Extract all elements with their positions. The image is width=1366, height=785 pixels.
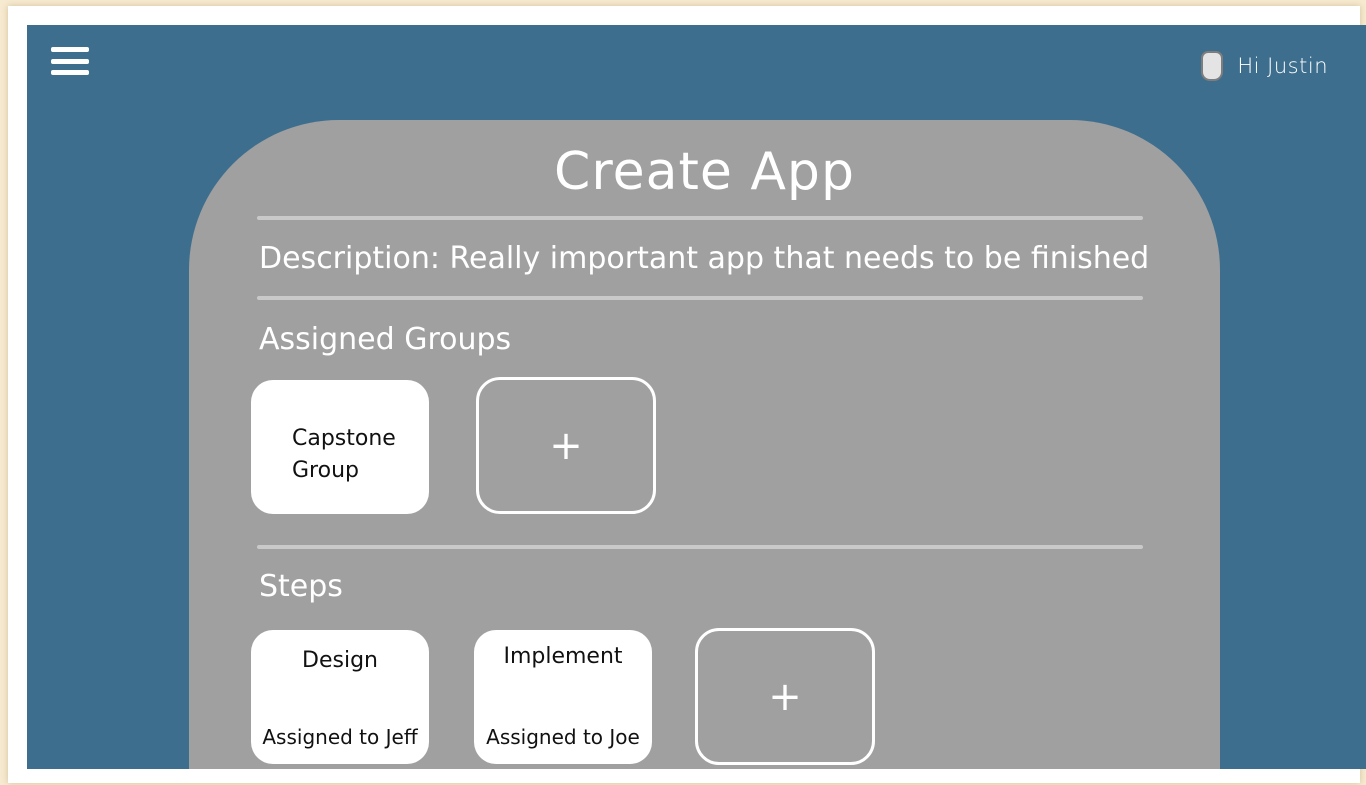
user-greeting: Hi Justin	[1237, 54, 1328, 78]
divider	[257, 296, 1143, 300]
step-tile[interactable]: Design Assigned to Jeff	[251, 630, 429, 764]
hamburger-menu-icon[interactable]	[51, 47, 89, 75]
create-app-card: Create App Description: Really important…	[189, 120, 1220, 769]
group-tile[interactable]: Capstone Group	[251, 380, 429, 514]
app-window: Hi Justin Create App Description: Really…	[27, 25, 1366, 769]
menu-bar	[51, 58, 89, 64]
step-name: Design	[302, 648, 378, 673]
group-name: Capstone Group	[292, 426, 396, 483]
menu-bar	[51, 47, 89, 52]
steps-heading: Steps	[259, 569, 343, 604]
divider	[257, 216, 1143, 220]
step-name: Implement	[503, 644, 623, 669]
divider	[257, 545, 1143, 549]
app-description[interactable]: Description: Really important app that n…	[259, 241, 1149, 276]
add-step-button[interactable]: +	[695, 628, 875, 765]
plus-icon: +	[549, 422, 583, 469]
page-title: Create App	[554, 142, 855, 202]
user-avatar-icon	[1201, 51, 1224, 81]
add-group-button[interactable]: +	[476, 377, 656, 514]
step-tile[interactable]: Implement Assigned to Joe	[474, 630, 652, 764]
user-menu[interactable]: Hi Justin	[1201, 51, 1328, 81]
step-assignee: Assigned to Joe	[486, 725, 640, 749]
step-assignee: Assigned to Jeff	[262, 725, 418, 749]
assigned-groups-heading: Assigned Groups	[259, 322, 512, 357]
menu-bar	[51, 70, 89, 75]
plus-icon: +	[768, 673, 802, 720]
